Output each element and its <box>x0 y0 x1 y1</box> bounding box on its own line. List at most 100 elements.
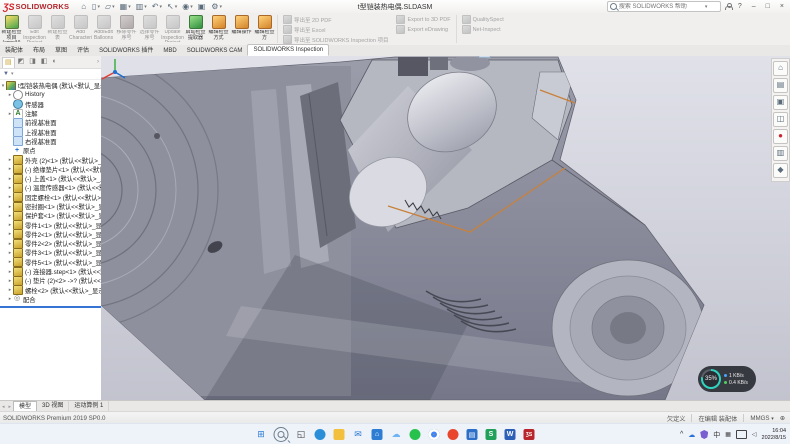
task-pane-icon[interactable]: ▥ <box>773 146 788 161</box>
taskbar-clock[interactable]: 16:04 2022/8/15 <box>762 428 786 441</box>
tree-item[interactable]: 右视基准面 <box>0 137 101 146</box>
restore-button[interactable]: □ <box>763 3 773 10</box>
taskbar-app-icon[interactable]: ☁ <box>390 428 403 441</box>
taskbar-app-icon[interactable] <box>274 427 289 442</box>
quick-access-button[interactable]: ▦▾ <box>118 2 133 11</box>
onedrive-icon[interactable]: ☁ <box>688 431 695 439</box>
ribbon-tab[interactable]: SOLIDWORKS Inspection <box>247 44 329 56</box>
ribbon-button[interactable]: 编辑检查方式 <box>207 13 230 45</box>
taskbar-app-icon[interactable]: ⌂ <box>371 428 384 441</box>
ribbon-tab[interactable]: SOLIDWORKS CAM <box>182 46 248 56</box>
task-pane-icon[interactable]: ▣ <box>773 95 788 110</box>
display-icon[interactable] <box>736 430 747 439</box>
help-search-box[interactable]: ▾ <box>607 1 721 12</box>
export-button[interactable]: QualitySpect <box>462 15 504 24</box>
export-button[interactable]: 导出至 2D PDF <box>283 15 388 24</box>
ribbon-tab[interactable]: 草图 <box>50 46 72 56</box>
ribbon-button[interactable]: 新建检查表 <box>46 13 69 45</box>
taskbar-app-icon[interactable] <box>447 428 460 441</box>
quick-access-button[interactable]: ↶▾ <box>150 2 164 11</box>
ribbon-button[interactable]: 移除零件序号 <box>115 13 138 45</box>
tree-item[interactable]: ▸ (-) 温度传感器<1> (默认<<默认>_ <box>0 183 101 192</box>
tree-item[interactable]: ▸ A 注解 <box>0 109 101 118</box>
quick-access-button[interactable]: ▣ <box>196 2 209 11</box>
tree-item[interactable]: ▸ 零件2<1> (默认<<默认>_显示状态 <box>0 230 101 239</box>
ribbon-button[interactable]: Edit Inspection Project <box>23 13 46 45</box>
minimize-button[interactable]: – <box>749 3 759 10</box>
taskbar-app-icon[interactable]: ▤ <box>466 428 479 441</box>
filter-funnel-icon[interactable]: ▼ <box>3 71 9 77</box>
taskbar-app-icon[interactable]: ◱ <box>295 428 308 441</box>
tree-item[interactable]: ▸ (-) 绝缘垫片<1> (默认<<默认>_显 <box>0 165 101 174</box>
tree-item[interactable]: ▸ (-) 上盖<1> (默认<<默认>_显示状 <box>0 174 101 183</box>
heads-up-button[interactable]: ⊙ <box>446 56 456 57</box>
taskbar-app-icon[interactable]: ✉ <box>352 428 365 441</box>
quick-access-button[interactable]: ▱▾ <box>103 2 117 11</box>
export-button[interactable]: 导出至 SOLIDWORKS Inspection 项目 <box>283 35 388 44</box>
heads-up-button[interactable]: ▦ ▾ <box>544 56 557 57</box>
quick-access-button[interactable]: ▥▾ <box>134 2 149 11</box>
speaker-icon[interactable]: ◁ <box>752 431 757 438</box>
taskbar-app-icon[interactable]: ƷS <box>523 428 536 441</box>
ribbon-tab[interactable]: 装配体 <box>0 46 28 56</box>
quick-access-button[interactable]: ⌂ <box>79 2 89 11</box>
close-button[interactable]: × <box>777 3 787 10</box>
tree-item[interactable]: ▸ 零件3<1> (默认<<默认>_显示状态 <box>0 248 101 257</box>
export-button[interactable]: Export eDrawing <box>396 25 450 34</box>
graphics-viewport[interactable]: ⊙ ⊡ ↶ ◧ <box>101 56 790 400</box>
heads-up-button[interactable]: ◧ <box>478 56 491 58</box>
tree-item[interactable]: ▸ 零件2<2> (默认<<默认>_显示状态 <box>0 239 101 248</box>
search-input[interactable] <box>617 3 705 11</box>
ribbon-tab[interactable]: 布局 <box>28 46 50 56</box>
taskbar-app-icon[interactable] <box>409 428 422 441</box>
ribbon-tab[interactable]: SOLIDWORKS 插件 <box>94 46 158 56</box>
security-shield-icon[interactable] <box>700 430 708 439</box>
taskbar-app-icon[interactable] <box>333 428 346 441</box>
quick-access-button[interactable]: ◉▾ <box>180 2 195 11</box>
quick-access-button[interactable]: ↖▾ <box>165 2 179 11</box>
tree-item[interactable]: ▸ (-) 垫片 (2)<2> ->? (默认<<默认> <box>0 276 101 285</box>
heads-up-button[interactable]: ● ▾ <box>533 56 543 57</box>
tree-item[interactable]: 上视基准面 <box>0 127 101 136</box>
ribbon-button[interactable]: Add Characteristic <box>69 13 92 45</box>
heads-up-button[interactable]: ◫ ▾ <box>506 56 519 57</box>
export-button[interactable]: Net-Inspect <box>462 25 504 34</box>
ribbon-button[interactable]: Update Inspection Project <box>161 13 184 45</box>
ribbon-button[interactable]: 编辑检查方 <box>253 13 276 45</box>
units-selector[interactable]: MMGS ▾ <box>750 415 774 422</box>
taskbar-app-icon[interactable]: S <box>485 428 498 441</box>
ribbon-button[interactable]: 启动检查提取器 <box>184 13 207 45</box>
ime-indicator[interactable]: 中 <box>713 430 720 440</box>
tree-item[interactable]: ▸ 零件1<1> (默认<<默认>_显示状态 <box>0 220 101 229</box>
taskbar-app-icon[interactable] <box>428 428 441 441</box>
task-pane-icon[interactable]: ◫ <box>773 112 788 127</box>
feature-manager-tab[interactable]: ◩ <box>16 57 27 68</box>
keyboard-icon[interactable]: ▦ <box>725 431 731 438</box>
quick-access-button[interactable]: ▯▾ <box>90 2 102 11</box>
filter-caret-icon[interactable]: ▾ <box>11 71 14 77</box>
taskbar-app-icon[interactable]: W <box>504 428 517 441</box>
tree-root[interactable]: ▾ t型铠装热电偶 (默认<默认_显示状态-1> <box>0 81 101 90</box>
heads-up-button[interactable]: ◳ ▾ <box>492 56 505 57</box>
tree-item[interactable]: ▸ 固定螺栓<1> (默认<<默认>_显示状 <box>0 193 101 202</box>
tree-item[interactable]: 前视基准面 <box>0 118 101 127</box>
tree-item[interactable]: 传感器 <box>0 100 101 109</box>
taskbar-app-icon[interactable] <box>314 428 327 441</box>
tree-item[interactable]: ▸ 零件5<1> (默认<<默认>_显示状态 <box>0 258 101 267</box>
task-pane-icon[interactable]: ◆ <box>773 163 788 178</box>
ribbon-button[interactable]: 新建检查项目 (amp;N) <box>0 13 23 45</box>
tree-item[interactable]: ▸ History <box>0 90 101 99</box>
tree-item[interactable]: ▸ 密封圈<1> (默认<<默认>_显示状 <box>0 202 101 211</box>
feature-manager-tab[interactable]: ◧ <box>39 57 50 68</box>
heads-up-button[interactable]: ⊡ <box>457 56 467 57</box>
tree-item[interactable]: ▸ 保护套<1> (默认<<默认>_显示状 <box>0 211 101 220</box>
heads-up-button[interactable]: ⚙ ▾ <box>558 56 570 57</box>
tray-chevron-icon[interactable]: ^ <box>680 431 683 438</box>
task-pane-icon[interactable]: ⌂ <box>773 61 788 76</box>
status-options-icon[interactable]: ⊕ <box>780 415 785 422</box>
export-button[interactable]: 导出至 Excel <box>283 25 388 34</box>
feature-manager-tab[interactable]: ◨ <box>27 57 38 68</box>
quick-access-button[interactable]: ⚙▾ <box>209 2 224 11</box>
taskbar-app-icon[interactable]: ⊞ <box>255 428 268 441</box>
tree-item[interactable]: + 原点 <box>0 146 101 155</box>
